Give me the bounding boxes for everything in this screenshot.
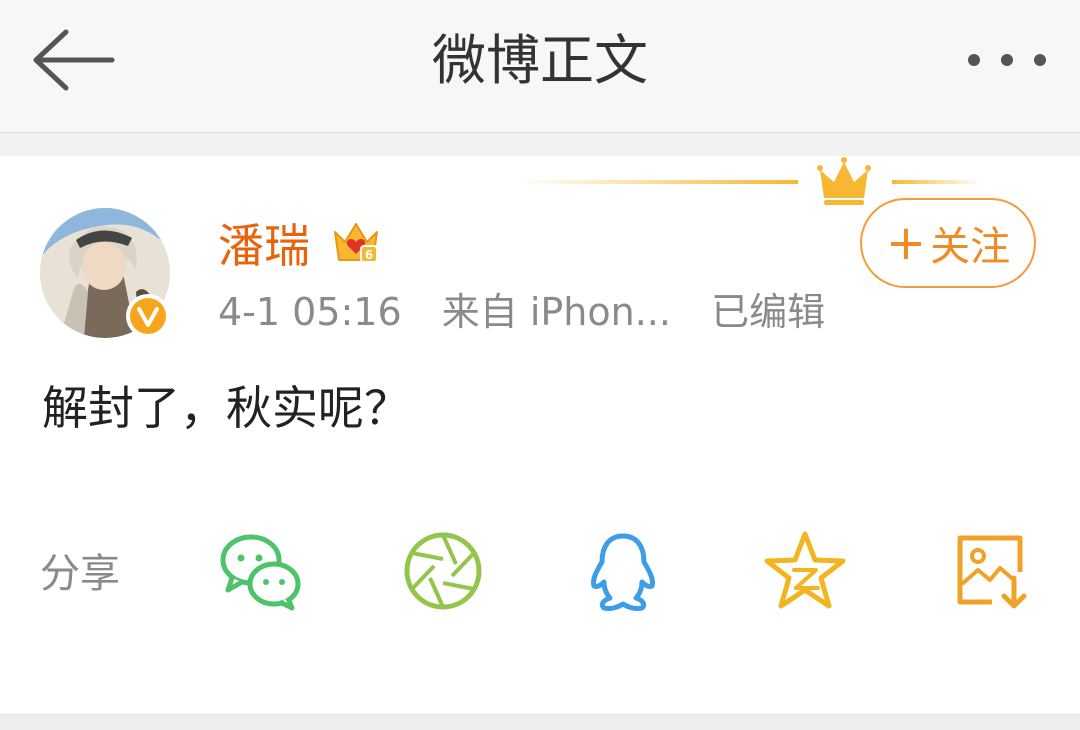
author-name[interactable]: 潘瑞 [218, 216, 310, 276]
qq-penguin-icon[interactable] [580, 528, 666, 614]
post-source[interactable]: 来自 iPhon... [442, 290, 671, 334]
post-time: 4-1 05:16 [218, 290, 402, 334]
follow-plus-icon: + [885, 215, 927, 271]
follow-button-label: 关注 [930, 224, 1011, 270]
back-arrow-icon[interactable] [28, 24, 120, 96]
verified-v-icon [126, 294, 170, 338]
post-meta: 4-1 05:16 来自 iPhon... 已编辑 [218, 286, 853, 338]
bottom-divider [0, 714, 1080, 730]
save-image-icon[interactable] [950, 528, 1036, 614]
edited-label[interactable]: 已编辑 [711, 290, 825, 334]
share-label: 分享 [40, 551, 120, 597]
follow-button[interactable]: + 关注 [860, 198, 1036, 288]
post-card: 潘瑞 6 + 关注 4-1 05:16 来自 iPhon... 已编辑 解封了，… [0, 156, 1080, 714]
top-navigation-bar: 微博正文 [0, 0, 1080, 133]
page-title: 微博正文 [432, 29, 648, 92]
svg-text:6: 6 [365, 248, 373, 262]
wechat-icon[interactable] [218, 528, 304, 614]
post-text: 解封了，秋实呢？ [42, 381, 410, 435]
crown-member-icon[interactable]: 6 [331, 216, 381, 266]
more-dots-icon[interactable] [962, 38, 1052, 82]
moments-aperture-icon[interactable] [400, 528, 486, 614]
qzone-star-icon[interactable] [762, 528, 848, 614]
